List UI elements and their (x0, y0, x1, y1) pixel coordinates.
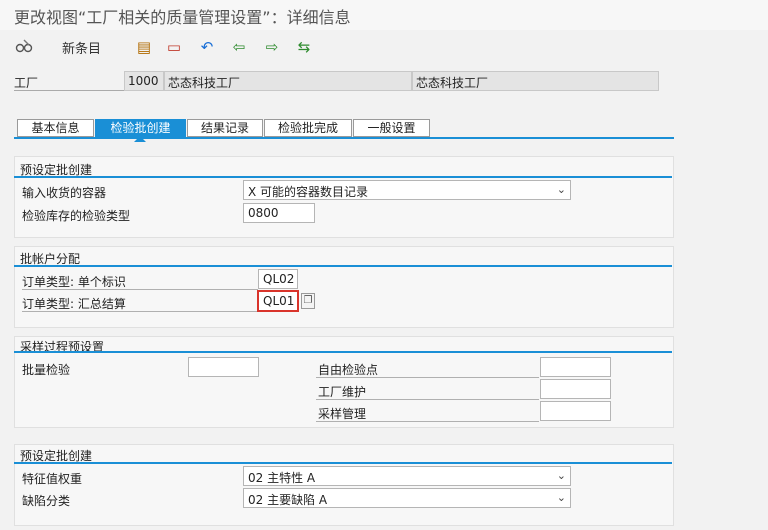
tab-lot-creation[interactable]: 检验批创建 (95, 119, 186, 137)
order-type-single-input[interactable]: QL02 (258, 269, 298, 289)
plant-maint-underline (316, 399, 539, 400)
order-type-collective-underline (22, 311, 258, 312)
free-insp-point-underline (316, 377, 539, 378)
order-type-single-underline (22, 289, 258, 290)
new-entries-button[interactable]: 新条目 (62, 38, 101, 57)
receipt-container-value: X 可能的容器数目记录 (248, 185, 369, 199)
sample-mgmt-label: 采样管理 (318, 407, 367, 421)
window-title: 更改视图“工厂相关的质量管理设置”：详细信息 (14, 8, 351, 27)
sample-mgmt-input[interactable] (540, 401, 611, 421)
undo-icon[interactable]: ↶ (197, 37, 217, 57)
section2-divider (14, 265, 672, 267)
copy-as-icon[interactable]: ▤ (134, 37, 154, 57)
next-entry-icon[interactable]: ⇨ (262, 37, 282, 57)
bulk-insp-label: 批量检验 (22, 363, 71, 377)
sample-mgmt-underline (316, 421, 539, 422)
plant-maint-input[interactable] (540, 379, 611, 399)
tab-general-settings[interactable]: 一般设置 (353, 119, 430, 137)
section3-divider (14, 351, 672, 353)
tab-basic-info[interactable]: 基本信息 (17, 119, 94, 137)
delete-icon[interactable]: ▭ (164, 37, 184, 57)
section1-divider (14, 176, 672, 178)
chevron-down-icon: ⌄ (556, 183, 566, 196)
select-block-icon[interactable]: ⇆ (294, 37, 314, 57)
plant-label: 工厂 (14, 76, 39, 90)
defect-class-value: 02 主要缺陷 A (248, 493, 328, 507)
tab-lot-completion[interactable]: 检验批完成 (264, 119, 352, 137)
section4-divider (14, 462, 672, 464)
chevron-down-icon: ⌄ (556, 491, 566, 504)
receipt-container-label: 输入收货的容器 (22, 186, 107, 200)
previous-entry-icon[interactable]: ⇦ (229, 37, 249, 57)
plant-maint-label: 工厂维护 (318, 385, 367, 399)
stock-insp-type-label: 检验库存的检验类型 (22, 209, 131, 223)
chevron-down-icon: ⌄ (556, 469, 566, 482)
stock-insp-type-input[interactable]: 0800 (243, 203, 315, 223)
plant-label-underline (14, 90, 124, 91)
value-help-icon[interactable]: ❐ (301, 293, 315, 309)
order-type-collective-input[interactable]: QL01 (257, 290, 299, 312)
order-type-collective-label: 订单类型: 汇总结算 (22, 297, 126, 311)
active-tab-pointer (134, 136, 146, 142)
char-weight-value: 02 主特性 A (248, 471, 316, 485)
defect-class-label: 缺陷分类 (22, 494, 71, 508)
toolbar (0, 30, 768, 64)
tab-underline (14, 137, 674, 139)
char-weight-select[interactable]: 02 主特性 A ⌄ (243, 466, 571, 486)
tab-results-recording[interactable]: 结果记录 (187, 119, 263, 137)
receipt-container-select[interactable]: X 可能的容器数目记录 ⌄ (243, 180, 571, 200)
plant-name-field: 芯态科技工厂 (164, 71, 412, 91)
plant-name-field-2: 芯态科技工厂 (412, 71, 659, 91)
plant-code-field: 1000 (124, 71, 164, 91)
free-insp-point-input[interactable] (540, 357, 611, 377)
free-insp-point-label: 自由检验点 (318, 363, 379, 377)
glasses-pencil-icon[interactable] (14, 37, 34, 57)
char-weight-label: 特征值权重 (22, 472, 83, 486)
bulk-insp-input[interactable] (188, 357, 259, 377)
order-type-single-label: 订单类型: 单个标识 (22, 275, 126, 289)
defect-class-select[interactable]: 02 主要缺陷 A ⌄ (243, 488, 571, 508)
